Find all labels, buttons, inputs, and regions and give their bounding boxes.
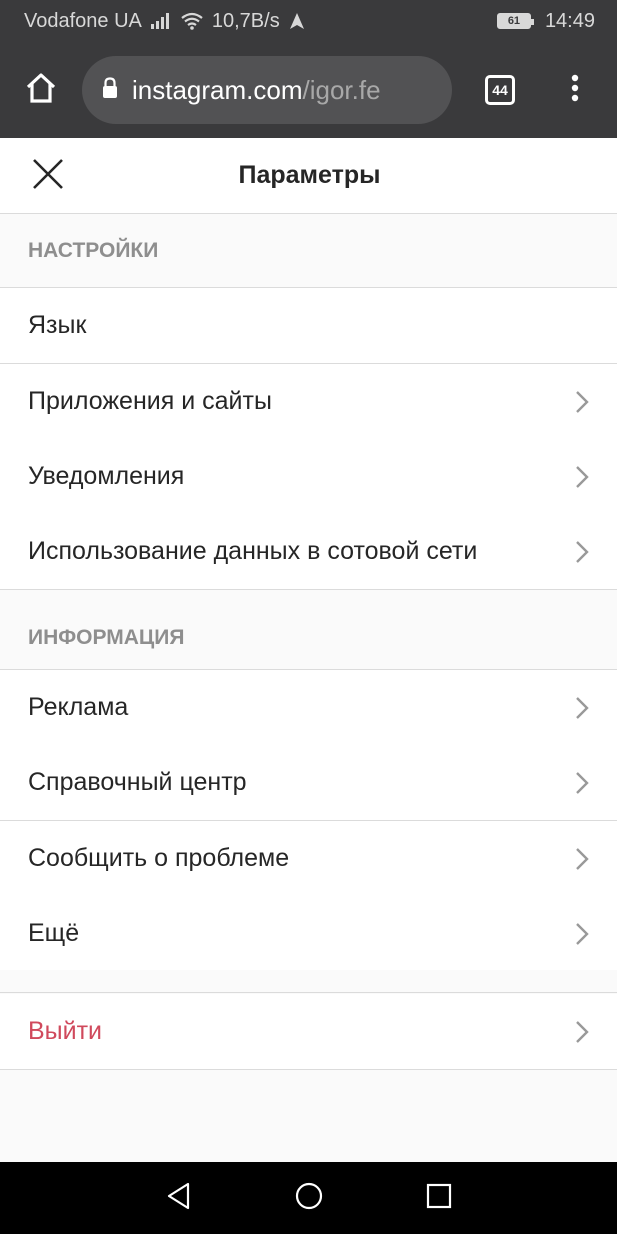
back-button[interactable] xyxy=(114,1162,244,1234)
signal-icon xyxy=(150,13,172,29)
info-item-label: Сообщить о проблеме xyxy=(28,844,290,872)
url-text: instagram.com/igor.fe xyxy=(132,75,381,106)
address-bar[interactable]: instagram.com/igor.fe xyxy=(82,56,452,124)
chevron-right-icon xyxy=(569,540,589,564)
home-nav-button[interactable] xyxy=(244,1162,374,1234)
settings-item-label: Уведомления xyxy=(28,462,185,490)
lock-icon xyxy=(102,76,118,104)
chevron-right-icon xyxy=(569,1020,589,1044)
chevron-right-icon xyxy=(569,696,589,720)
section-spacer xyxy=(0,970,617,993)
settings-item-language[interactable]: Язык xyxy=(0,288,617,364)
recents-icon xyxy=(426,1183,452,1214)
chevron-right-icon xyxy=(569,771,589,795)
wifi-icon xyxy=(180,12,204,30)
browser-toolbar: instagram.com/igor.fe 44 xyxy=(0,42,617,138)
info-item-report-problem[interactable]: Сообщить о проблеме xyxy=(0,821,617,897)
tabs-icon: 44 xyxy=(485,75,515,105)
clock: 14:49 xyxy=(544,9,595,32)
system-nav-bar xyxy=(0,1162,617,1234)
close-button[interactable] xyxy=(28,156,68,196)
close-icon xyxy=(32,158,64,195)
home-icon xyxy=(24,72,58,109)
settings-item-notifications[interactable]: Уведомления xyxy=(0,439,617,515)
tabs-button[interactable]: 44 xyxy=(452,42,548,138)
info-item-help-center[interactable]: Справочный центр xyxy=(0,745,617,821)
page-header: Параметры xyxy=(0,138,617,214)
info-item-label: Ещё xyxy=(28,919,80,947)
more-vert-icon xyxy=(571,74,579,107)
section-header-settings: НАСТРОЙКИ xyxy=(0,214,617,288)
status-bar: Vodafone UA 10,7B/s 61 14:49 xyxy=(0,0,617,42)
recents-button[interactable] xyxy=(374,1162,504,1234)
chevron-right-icon xyxy=(569,465,589,489)
chevron-right-icon xyxy=(569,390,589,414)
settings-item-apps-and-sites[interactable]: Приложения и сайты xyxy=(0,364,617,440)
info-item-ads[interactable]: Реклама xyxy=(0,670,617,746)
url-domain: instagram.com xyxy=(132,74,303,105)
info-item-label: Справочный центр xyxy=(28,768,247,796)
home-circle-icon xyxy=(295,1182,323,1215)
section-header-info: ИНФОРМАЦИЯ xyxy=(0,590,617,670)
home-button[interactable] xyxy=(0,42,82,138)
settings-item-label: Приложения и сайты xyxy=(28,387,272,415)
settings-item-label: Использование данных в сотовой сети xyxy=(28,537,478,565)
battery-icon: 61 xyxy=(496,13,534,29)
network-speed: 10,7B/s xyxy=(211,9,280,32)
page-title: Параметры xyxy=(238,161,381,189)
chevron-right-icon xyxy=(569,847,589,871)
more-menu-button[interactable] xyxy=(548,42,602,138)
settings-item-cellular-data[interactable]: Использование данных в сотовой сети xyxy=(0,514,617,590)
logout-label: Выйти xyxy=(28,1017,103,1045)
navigation-icon xyxy=(288,12,306,30)
info-item-more[interactable]: Ещё xyxy=(0,896,617,972)
info-item-label: Реклама xyxy=(28,693,129,721)
url-path: /igor.fe xyxy=(302,74,381,105)
logout-button[interactable]: Выйти xyxy=(0,994,617,1070)
back-icon xyxy=(166,1182,192,1215)
carrier-label: Vodafone UA xyxy=(24,9,142,32)
chevron-right-icon xyxy=(569,922,589,946)
settings-item-label: Язык xyxy=(28,311,87,339)
